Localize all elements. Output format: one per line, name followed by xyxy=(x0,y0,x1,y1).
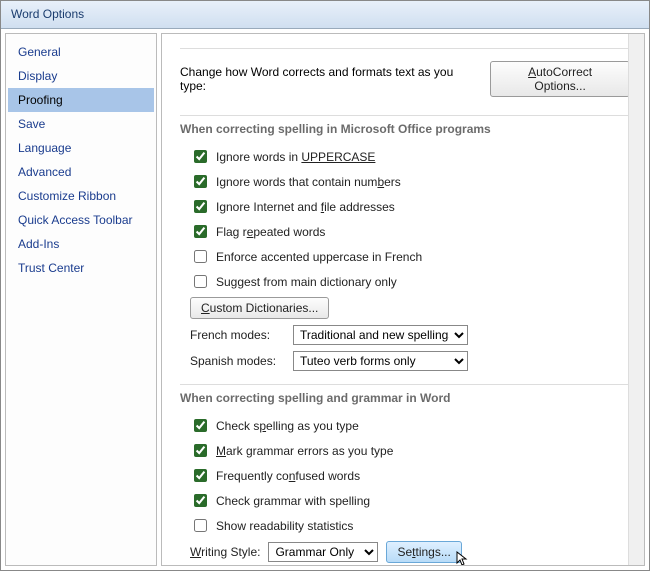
ignore-internet-label: Ignore Internet and file addresses xyxy=(216,200,395,214)
sidebar-item-advanced[interactable]: Advanced xyxy=(8,160,154,184)
sidebar-item-customize-ribbon[interactable]: Customize Ribbon xyxy=(8,184,154,208)
freq-confused-checkbox[interactable] xyxy=(194,469,207,482)
content-panel: Change how Word corrects and formats tex… xyxy=(161,33,645,566)
custom-dictionaries-button[interactable]: Custom Dictionaries... xyxy=(190,297,329,319)
spanish-modes-select[interactable]: Tuteo verb forms only xyxy=(293,351,468,371)
spanish-modes-label: Spanish modes: xyxy=(190,354,285,368)
readability-label: Show readability statistics xyxy=(216,519,353,533)
suggest-main-dict-label: Suggest from main dictionary only xyxy=(216,275,397,289)
check-grammar-spelling-checkbox[interactable] xyxy=(194,494,207,507)
sidebar-item-display[interactable]: Display xyxy=(8,64,154,88)
sidebar-item-trust-center[interactable]: Trust Center xyxy=(8,256,154,280)
check-spelling-type-checkbox[interactable] xyxy=(194,419,207,432)
sidebar-item-quick-access[interactable]: Quick Access Toolbar xyxy=(8,208,154,232)
intro-text: Change how Word corrects and formats tex… xyxy=(180,65,480,93)
sidebar-item-general[interactable]: General xyxy=(8,40,154,64)
autocorrect-options-button[interactable]: AutoCorrect Options... xyxy=(490,61,630,97)
ignore-internet-checkbox[interactable] xyxy=(194,200,207,213)
mark-grammar-checkbox[interactable] xyxy=(194,444,207,457)
ignore-uppercase-checkbox[interactable] xyxy=(194,150,207,163)
section-spelling-office-head: When correcting spelling in Microsoft Of… xyxy=(180,118,630,144)
freq-confused-label: Frequently confused words xyxy=(216,469,360,483)
writing-style-select[interactable]: Grammar Only xyxy=(268,542,378,562)
scrollbar[interactable] xyxy=(628,34,644,565)
french-modes-select[interactable]: Traditional and new spellings xyxy=(293,325,468,345)
section-spelling-word-head: When correcting spelling and grammar in … xyxy=(180,387,630,413)
window-title: Word Options xyxy=(11,7,84,21)
check-spelling-type-label: Check spelling as you type xyxy=(216,419,359,433)
category-sidebar: General Display Proofing Save Language A… xyxy=(5,33,157,566)
flag-repeated-checkbox[interactable] xyxy=(194,225,207,238)
mark-grammar-label: Mark grammar errors as you type xyxy=(216,444,393,458)
titlebar: Word Options xyxy=(1,1,649,29)
sidebar-item-save[interactable]: Save xyxy=(8,112,154,136)
word-options-window: Word Options General Display Proofing Sa… xyxy=(0,0,650,571)
settings-button[interactable]: Settings... xyxy=(386,541,461,563)
flag-repeated-label: Flag repeated words xyxy=(216,225,325,239)
writing-style-label: Writing Style: xyxy=(190,545,260,559)
french-modes-label: French modes: xyxy=(190,328,285,342)
suggest-main-dict-checkbox[interactable] xyxy=(194,275,207,288)
sidebar-item-add-ins[interactable]: Add-Ins xyxy=(8,232,154,256)
dialog-body: General Display Proofing Save Language A… xyxy=(1,29,649,570)
enforce-accented-label: Enforce accented uppercase in French xyxy=(216,250,422,264)
sidebar-item-language[interactable]: Language xyxy=(8,136,154,160)
ignore-uppercase-label: Ignore words in UPPERCASE xyxy=(216,150,375,164)
readability-checkbox[interactable] xyxy=(194,519,207,532)
sidebar-item-proofing[interactable]: Proofing xyxy=(8,88,154,112)
enforce-accented-checkbox[interactable] xyxy=(194,250,207,263)
check-grammar-spelling-label: Check grammar with spelling xyxy=(216,494,370,508)
ignore-numbers-label: Ignore words that contain numbers xyxy=(216,175,401,189)
ignore-numbers-checkbox[interactable] xyxy=(194,175,207,188)
